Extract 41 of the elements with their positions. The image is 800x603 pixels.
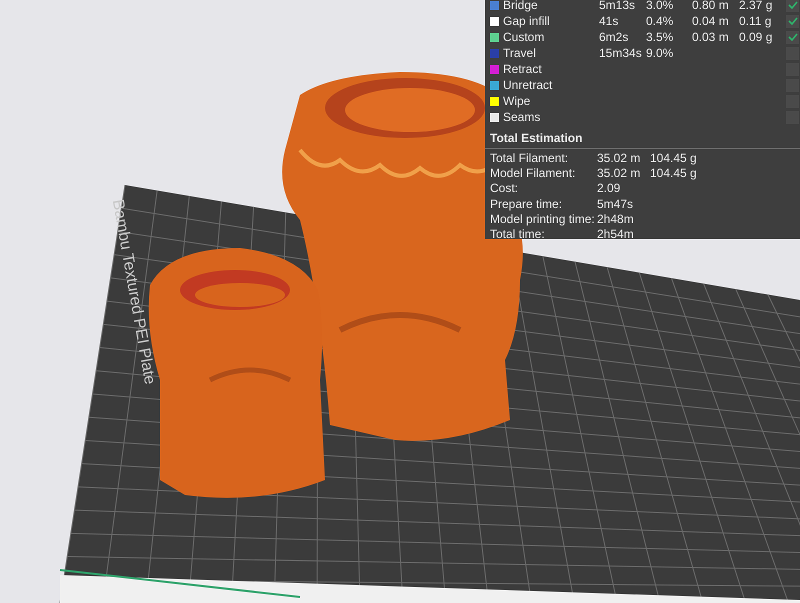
estimation-value: 5m47s: [597, 196, 634, 213]
legend-name: Retract: [503, 61, 543, 78]
legend-percent: 3.0%: [646, 0, 674, 12]
estimation-value: 2h48m: [597, 210, 635, 228]
legend-percent: 3.5%: [646, 30, 674, 44]
estimation-value: 35.02 m: [597, 164, 642, 182]
legend-length: 0.80 m: [692, 0, 729, 12]
estimation-label: Model Filament:: [490, 164, 576, 182]
visibility-checkbox[interactable]: [786, 14, 799, 28]
legend-name: Seams: [503, 109, 542, 126]
legend-percent: 9.0%: [646, 46, 674, 60]
legend-name: Travel: [503, 45, 537, 62]
legend-percent: 0.4%: [646, 14, 674, 28]
legend-length: 0.04 m: [692, 14, 729, 28]
estimation-label: Cost:: [490, 180, 520, 198]
legend-name: Unretract: [503, 77, 554, 94]
visibility-checkbox[interactable]: [786, 30, 799, 44]
estimation-value: 2h54m: [597, 226, 635, 244]
legend-length: 0.03 m: [692, 30, 729, 44]
legend-name: Wipe: [503, 93, 532, 110]
legend-weight: 2.37 g: [739, 0, 772, 12]
legend-name: Gap infill: [503, 13, 551, 30]
legend-time: 5m13s: [599, 0, 636, 12]
legend-weight: 0.11 g: [739, 14, 772, 28]
estimation-label: Prepare time:: [490, 196, 564, 213]
legend-name: Bridge: [503, 0, 539, 14]
estimation-label: Total Filament:: [490, 150, 570, 167]
legend-time: 15m34s: [599, 46, 642, 60]
estimation-label: Model printing time:: [490, 210, 596, 228]
estimation-weight: 104.45 g: [650, 150, 697, 167]
plate-label: Bambu Textured PEI Plate: [108, 197, 160, 388]
estimation-value: 2.09: [597, 180, 622, 198]
estimation-weight: 104.45 g: [650, 164, 697, 182]
visibility-checkbox[interactable]: [786, 0, 799, 12]
legend-time: 41s: [599, 14, 618, 28]
legend-weight: 0.09 g: [739, 30, 772, 44]
section-title: Total Estimation: [490, 130, 584, 146]
estimation-label: Total time:: [490, 226, 546, 244]
legend-time: 6m2s: [599, 30, 628, 44]
legend-name: Custom: [503, 29, 546, 46]
estimation-value: 35.02 m: [597, 150, 642, 167]
